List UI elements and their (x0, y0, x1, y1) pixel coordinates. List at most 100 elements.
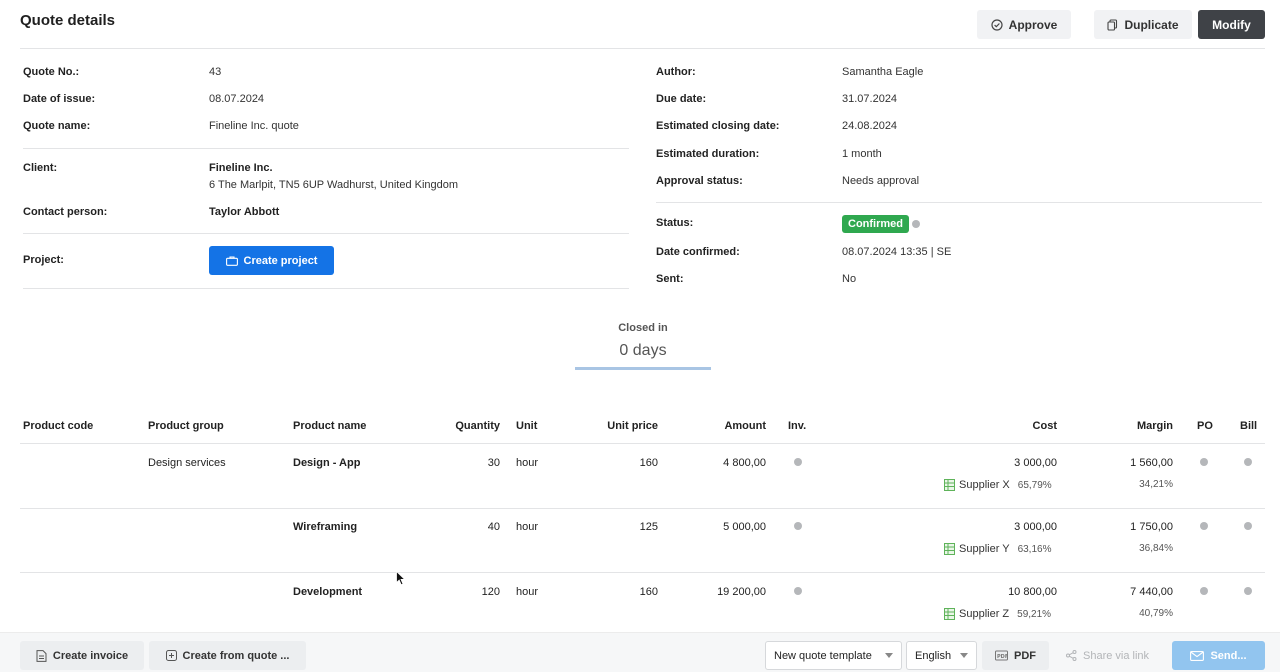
col-quantity[interactable]: Quantity (440, 420, 500, 432)
row-divider (20, 572, 1265, 573)
header-divider (20, 48, 1265, 49)
closed-in-underline (575, 367, 711, 370)
author-value: Samantha Eagle (842, 66, 924, 78)
approval-status-value: Needs approval (842, 175, 920, 187)
col-cost[interactable]: Cost (990, 420, 1057, 432)
project-label: Project: (23, 254, 64, 266)
cell-unit: hour (516, 457, 539, 469)
cell-cost: 3 000,00 (1014, 521, 1057, 533)
cell-unit-price: 160 (639, 457, 658, 469)
briefcase-icon (225, 255, 238, 266)
language-select[interactable]: English (906, 641, 977, 670)
margin-percentage: 34,21% (1139, 479, 1173, 490)
client-name[interactable]: Fineline Inc. (209, 162, 273, 174)
spreadsheet-icon (944, 608, 955, 620)
template-select[interactable]: New quote template (765, 641, 902, 670)
due-date-label: Due date: (656, 93, 707, 105)
supplier-name: Supplier Y (959, 543, 1010, 555)
details-divider (23, 233, 629, 234)
details-divider (23, 288, 629, 289)
create-invoice-button[interactable]: Create invoice (20, 641, 144, 670)
spreadsheet-icon (944, 479, 955, 491)
send-label: Send... (1210, 649, 1247, 662)
quote-name-value: Fineline Inc. quote (209, 120, 299, 132)
cell-unit: hour (516, 586, 539, 598)
envelope-icon (1190, 650, 1205, 661)
closing-date-value: 24.08.2024 (842, 120, 898, 132)
duplicate-button[interactable]: Duplicate (1094, 10, 1192, 39)
sent-value: No (842, 273, 857, 285)
cell-cost: 10 800,00 (1008, 586, 1057, 598)
modify-button[interactable]: Modify (1198, 10, 1265, 39)
details-divider (656, 202, 1262, 203)
closed-in-value: 0 days (619, 342, 667, 359)
status-label: Status: (656, 217, 694, 229)
invoice-icon (36, 649, 47, 662)
cell-margin: 1 750,00 (1130, 521, 1173, 533)
cell-quantity: 30 (487, 457, 500, 469)
cell-unit-price: 160 (639, 586, 658, 598)
col-product-group[interactable]: Product group (148, 420, 224, 432)
closed-in-label: Closed in (618, 322, 668, 334)
po-status-dot (1200, 587, 1208, 595)
col-product-name[interactable]: Product name (293, 420, 366, 432)
col-po[interactable]: PO (1197, 420, 1213, 432)
status-badge[interactable]: Confirmed (842, 215, 909, 233)
chevron-down-icon (885, 653, 893, 658)
approve-button[interactable]: Approve (977, 10, 1071, 39)
supplier-info[interactable]: Supplier Z 59,21% (944, 608, 1051, 620)
plus-square-icon (165, 650, 177, 661)
copy-icon (1107, 18, 1118, 31)
col-inv[interactable]: Inv. (788, 420, 806, 432)
inv-status-dot (794, 522, 802, 530)
col-amount[interactable]: Amount (690, 420, 766, 432)
pdf-file-icon: PDF (995, 650, 1008, 661)
quote-no-label: Quote No.: (23, 66, 80, 78)
contact-person-label: Contact person: (23, 206, 108, 218)
create-from-quote-button[interactable]: Create from quote ... (149, 641, 306, 670)
check-circle-icon (991, 18, 1003, 31)
col-bill[interactable]: Bill (1240, 420, 1257, 432)
sent-label: Sent: (656, 273, 684, 285)
client-address: 6 The Marlpit, TN5 6UP Wadhurst, United … (209, 179, 459, 191)
approve-label: Approve (1008, 17, 1058, 32)
supplier-percentage: 65,79% (1017, 479, 1052, 491)
col-unit[interactable]: Unit (516, 420, 537, 432)
bill-status-dot (1244, 458, 1252, 466)
share-via-link[interactable]: Share via link (1066, 641, 1149, 670)
author-label: Author: (656, 66, 696, 78)
supplier-name: Supplier Z (959, 608, 1010, 620)
create-project-label: Create project (243, 254, 318, 267)
supplier-percentage: 59,21% (1017, 608, 1052, 620)
svg-text:PDF: PDF (997, 654, 1008, 660)
status-indicator-dot (912, 220, 920, 228)
col-margin[interactable]: Margin (1110, 420, 1173, 432)
bill-status-dot (1244, 587, 1252, 595)
send-button[interactable]: Send... (1172, 641, 1265, 670)
share-icon (1066, 650, 1077, 661)
template-select-value: New quote template (774, 649, 872, 662)
chevron-down-icon (960, 653, 968, 658)
cell-quantity: 120 (481, 586, 500, 598)
table-header-divider (20, 443, 1265, 444)
po-status-dot (1200, 458, 1208, 466)
mouse-cursor-icon (396, 571, 406, 586)
contact-person-value[interactable]: Taylor Abbott (209, 206, 279, 218)
closing-date-label: Estimated closing date: (656, 120, 780, 132)
inv-status-dot (794, 458, 802, 466)
date-confirmed-label: Date confirmed: (656, 246, 740, 258)
supplier-percentage: 63,16% (1017, 543, 1052, 555)
spreadsheet-icon (944, 543, 955, 555)
share-label: Share via link (1083, 649, 1150, 662)
date-of-issue-label: Date of issue: (23, 93, 96, 105)
col-unit-price[interactable]: Unit price (590, 420, 658, 432)
supplier-info[interactable]: Supplier X 65,79% (944, 479, 1052, 491)
duration-label: Estimated duration: (656, 148, 760, 160)
cell-amount: 5 000,00 (723, 521, 766, 533)
cell-amount: 4 800,00 (723, 457, 766, 469)
col-product-code[interactable]: Product code (23, 420, 93, 432)
pdf-button[interactable]: PDF PDF (982, 641, 1049, 670)
date-confirmed-value: 08.07.2024 13:35 | SE (842, 246, 952, 258)
create-project-button[interactable]: Create project (209, 246, 334, 275)
supplier-info[interactable]: Supplier Y 63,16% (944, 543, 1051, 555)
